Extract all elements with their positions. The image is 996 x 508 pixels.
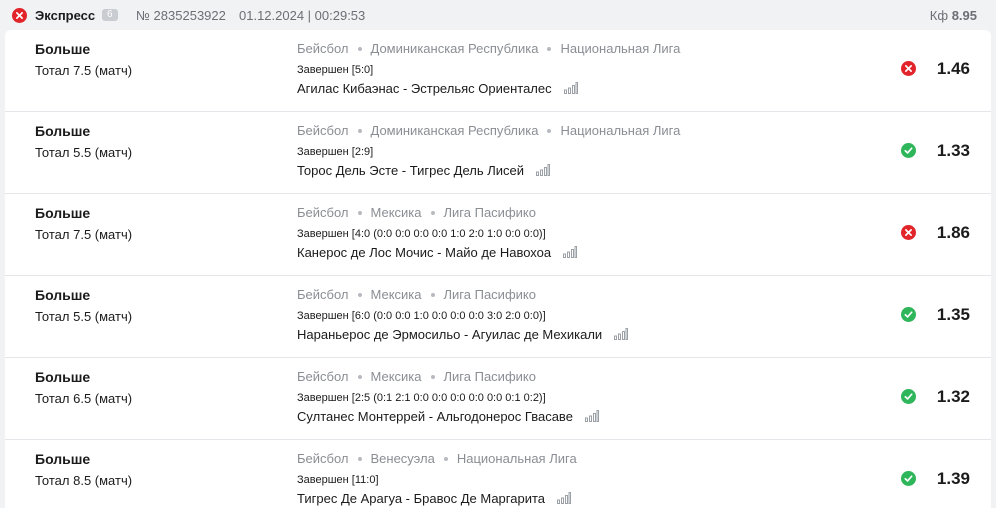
event-breadcrumb: Бейсбол Мексика Лига Пасифико xyxy=(297,369,536,384)
bet-line: Тотал 6.5 (матч) xyxy=(35,391,133,406)
bet-type: Больше xyxy=(35,205,91,221)
bet-events-list: Больше Тотал 7.5 (матч) Бейсбол Доминикан… xyxy=(5,30,991,508)
event-status: Завершен [4:0 (0:0 0:0 0:0 0:0 1:0 2:0 1… xyxy=(297,228,546,240)
match-title[interactable]: Нараньерос де Эрмосильо - Агуилас де Мех… xyxy=(297,327,602,342)
stats-bars-icon[interactable] xyxy=(563,82,578,94)
bet-event-row: Больше Тотал 5.5 (матч) Бейсбол Мексика Ли… xyxy=(5,276,991,358)
event-status: Завершен [6:0 (0:0 0:0 1:0 0:0 0:0 0:0 3… xyxy=(297,310,546,322)
stats-bars-icon[interactable] xyxy=(614,328,629,340)
event-odds: 1.32 xyxy=(936,387,970,406)
event-breadcrumb: Бейсбол Мексика Лига Пасифико xyxy=(297,287,536,302)
match-title[interactable]: Тигрес Де Арагуа - Бравос Де Маргарита xyxy=(297,491,545,506)
sport-name: Бейсбол xyxy=(297,41,349,56)
match-title[interactable]: Торос Дель Эсте - Тигрес Дель Лисей xyxy=(297,163,524,178)
match-title[interactable]: Канерос де Лос Мочис - Майо де Навохоа xyxy=(297,245,551,260)
bet-kind-title: Экспресс xyxy=(35,8,96,23)
event-breadcrumb: Бейсбол Доминиканская Республика Националь… xyxy=(297,123,680,138)
event-status: Завершен [5:0] xyxy=(297,64,374,76)
bet-line: Тотал 8.5 (матч) xyxy=(35,473,133,488)
sport-name: Бейсбол xyxy=(297,205,349,220)
bet-datetime: 01.12.2024 | 00:29:53 xyxy=(239,8,366,23)
country-name: Доминиканская Республика xyxy=(370,123,539,138)
bet-line: Тотал 5.5 (матч) xyxy=(35,145,133,160)
bet-event-row: Больше Тотал 7.5 (матч) Бейсбол Доминикан… xyxy=(5,30,991,112)
won-status-icon xyxy=(901,389,916,404)
sport-name: Бейсбол xyxy=(297,451,349,466)
sport-name: Бейсбол xyxy=(297,287,349,302)
stats-bars-icon[interactable] xyxy=(563,246,578,258)
country-name: Мексика xyxy=(370,287,422,302)
event-status: Завершен [2:5 (0:1 2:1 0:0 0:0 0:0 0:0 0… xyxy=(297,392,546,404)
event-status: Завершен [11:0] xyxy=(297,474,379,486)
country-name: Венесуэла xyxy=(370,451,435,466)
match-title[interactable]: Агилас Кибаэнас - Эстрельяс Ориенталес xyxy=(297,81,552,96)
league-name: Лига Пасифико xyxy=(443,369,536,384)
stats-bars-icon[interactable] xyxy=(584,410,599,422)
bet-type: Больше xyxy=(35,451,91,467)
bet-number: № 2835253922 xyxy=(136,8,226,23)
match-line: Торос Дель Эсте - Тигрес Дель Лисей xyxy=(297,163,551,178)
event-breadcrumb: Бейсбол Мексика Лига Пасифико xyxy=(297,205,536,220)
bet-event-row: Больше Тотал 5.5 (матч) Бейсбол Доминикан… xyxy=(5,112,991,194)
sport-name: Бейсбол xyxy=(297,123,349,138)
close-circle-icon xyxy=(12,8,27,23)
won-status-icon xyxy=(901,143,916,158)
country-name: Мексика xyxy=(370,205,422,220)
stats-bars-icon[interactable] xyxy=(557,492,571,504)
event-odds: 1.33 xyxy=(936,141,970,160)
country-name: Мексика xyxy=(370,369,422,384)
event-odds: 1.46 xyxy=(936,59,970,78)
event-odds: 1.39 xyxy=(936,469,970,488)
coef-label: Кф xyxy=(929,8,949,23)
bet-line: Тотал 7.5 (матч) xyxy=(35,227,133,242)
bet-event-row: Больше Тотал 6.5 (матч) Бейсбол Мексика Ли… xyxy=(5,358,991,440)
match-line: Нараньерос де Эрмосильо - Агуилас де Мех… xyxy=(297,327,629,342)
sport-name: Бейсбол xyxy=(297,369,349,384)
won-status-icon xyxy=(901,471,916,486)
league-name: Лига Пасифико xyxy=(443,287,536,302)
bet-event-row: Больше Тотал 7.5 (матч) Бейсбол Мексика Ли… xyxy=(5,194,991,276)
league-name: Национальная Лига xyxy=(560,41,681,56)
league-name: Лига Пасифико xyxy=(443,205,536,220)
bet-line: Тотал 7.5 (матч) xyxy=(35,63,133,78)
stats-bars-icon[interactable] xyxy=(536,164,551,176)
bet-header: Экспресс 6 № 2835253922 01.12.2024 | 00:… xyxy=(0,0,996,30)
bet-event-row: Больше Тотал 8.5 (матч) Бейсбол Венесуэла… xyxy=(5,440,991,508)
league-name: Национальная Лига xyxy=(456,451,577,466)
bet-type: Больше xyxy=(35,287,91,303)
match-line: Тигрес Де Арагуа - Бравос Де Маргарита xyxy=(297,491,571,506)
won-status-icon xyxy=(901,307,916,322)
event-breadcrumb: Бейсбол Венесуэла Национальная Лига xyxy=(297,451,577,466)
event-odds: 1.86 xyxy=(936,223,970,242)
bet-type: Больше xyxy=(35,123,91,139)
match-line: Канерос де Лос Мочис - Майо де Навохоа xyxy=(297,245,578,260)
match-line: Султанес Монтеррей - Альгодонерос Гвасав… xyxy=(297,409,599,424)
bet-type: Больше xyxy=(35,41,91,57)
country-name: Доминиканская Республика xyxy=(370,41,539,56)
bet-type: Больше xyxy=(35,369,91,385)
bet-line: Тотал 5.5 (матч) xyxy=(35,309,133,324)
match-title[interactable]: Султанес Монтеррей - Альгодонерос Гвасав… xyxy=(297,409,573,424)
total-coefficient: Кф 8.95 xyxy=(930,8,977,23)
events-count-badge: 6 xyxy=(102,9,118,21)
event-status: Завершен [2:9] xyxy=(297,146,374,158)
lost-status-icon xyxy=(901,225,916,240)
coef-value: 8.95 xyxy=(951,8,977,23)
league-name: Национальная Лига xyxy=(560,123,681,138)
match-line: Агилас Кибаэнас - Эстрельяс Ориенталес xyxy=(297,81,578,96)
event-odds: 1.35 xyxy=(936,305,970,324)
event-breadcrumb: Бейсбол Доминиканская Республика Националь… xyxy=(297,41,680,56)
lost-status-icon xyxy=(901,61,916,76)
